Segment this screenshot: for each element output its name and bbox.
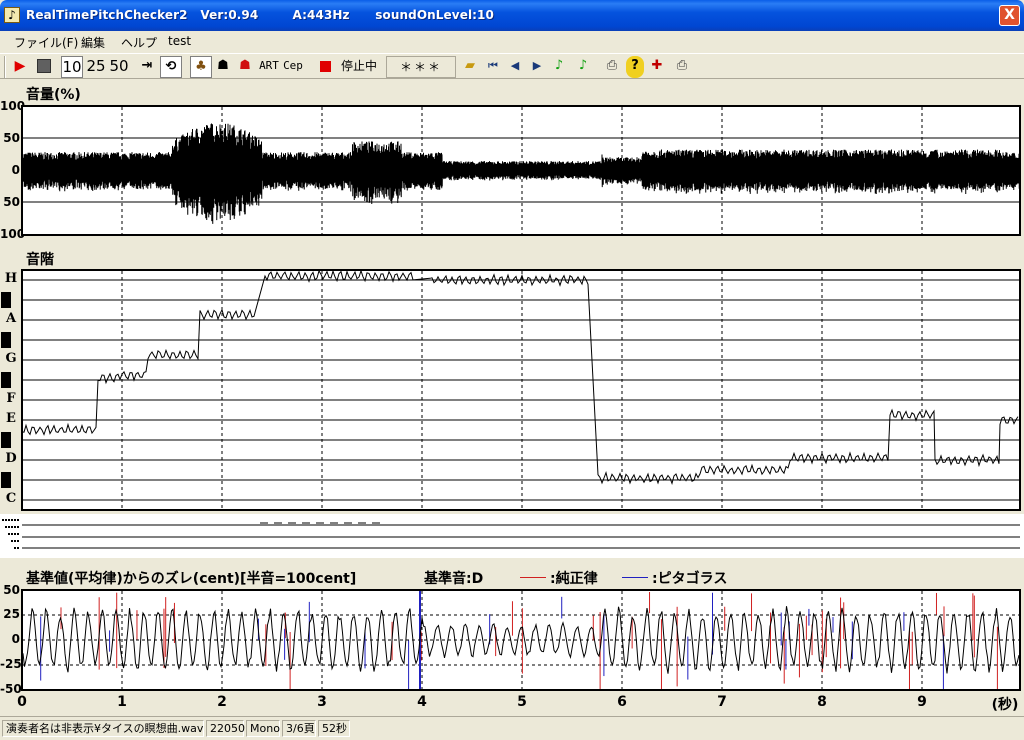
status-channel: Mono: [246, 720, 280, 737]
time-tick: 9: [917, 694, 927, 710]
status-rate: 22050: [206, 720, 245, 737]
black-key: [1, 432, 11, 448]
status-file: 演奏者名は非表示¥タイスの瞑想曲.wav: [2, 720, 204, 737]
time-tick: 4: [417, 694, 427, 710]
time-tick: 6: [617, 694, 627, 710]
black-key: [1, 332, 11, 348]
time-tick: 3: [317, 694, 327, 710]
onset-strip: [0, 514, 1024, 558]
black-key: [1, 472, 11, 488]
status-length: 52秒: [318, 720, 350, 737]
status-page: 3/6頁: [282, 720, 316, 737]
time-unit-label: (秒): [991, 697, 1019, 713]
app-window: ♪ RealTimePitchChecker2 Ver:0.94 A:443Hz…: [0, 0, 1024, 740]
time-tick: 7: [717, 694, 727, 710]
time-tick: 1: [117, 694, 127, 710]
time-tick: 8: [817, 694, 827, 710]
plot-canvas: [0, 105, 1024, 691]
status-bar: 演奏者名は非表示¥タイスの瞑想曲.wav 22050 Mono 3/6頁 52秒: [0, 716, 1024, 740]
black-key: [1, 292, 11, 308]
time-tick: 0: [17, 694, 27, 710]
time-tick: 5: [517, 694, 527, 710]
black-key: [1, 372, 11, 388]
scale-plot-frame: [21, 269, 1021, 511]
black-key-markers: [1, 292, 11, 488]
time-tick: 2: [217, 694, 227, 710]
